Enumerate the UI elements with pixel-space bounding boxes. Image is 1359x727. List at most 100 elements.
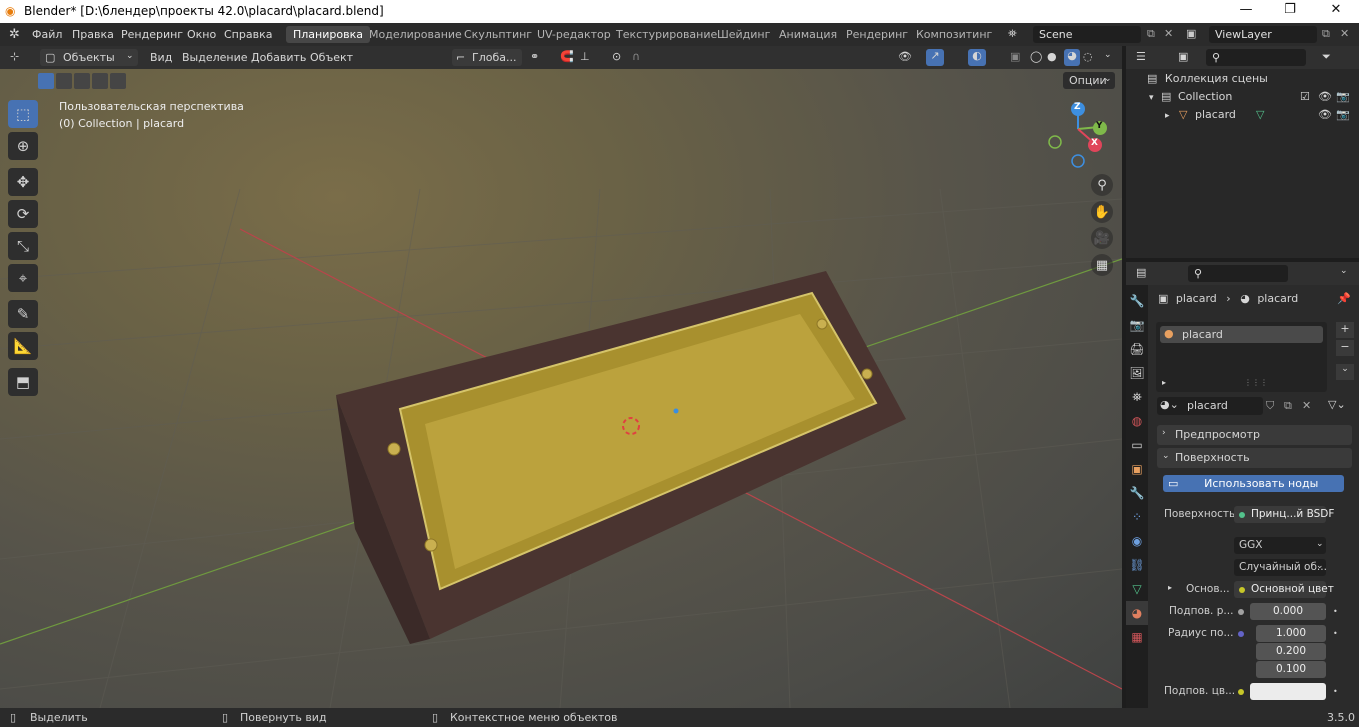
rendered-shading-icon[interactable]: ◌ xyxy=(1083,50,1093,63)
select-new-icon[interactable] xyxy=(38,73,54,89)
radius-y-input[interactable]: 0.200 xyxy=(1256,643,1326,660)
tool-tab-icon[interactable]: 🔧 xyxy=(1126,289,1148,313)
surface-section[interactable]: ⌄ Поверхность xyxy=(1157,448,1352,468)
tab-animation[interactable]: Анимация xyxy=(779,28,837,41)
navigation-gizmo[interactable]: Z Y X xyxy=(1045,99,1110,169)
world-tab-icon[interactable]: ◍ xyxy=(1126,409,1148,433)
visibility-icon[interactable]: 👁 xyxy=(898,50,912,63)
close-window-button[interactable]: ✕ xyxy=(1316,2,1356,21)
scene-tab-icon[interactable]: ⛯ xyxy=(1126,385,1148,409)
annotate-tool-icon[interactable]: ✎ xyxy=(8,300,38,328)
transform-tool-icon[interactable]: ⌖ xyxy=(8,264,38,292)
expand-base-color-icon[interactable]: ▸ xyxy=(1168,583,1172,592)
scene-selector[interactable]: Scene xyxy=(1033,26,1141,43)
subsurface-method-dropdown[interactable]: Случайный об... ⌄ xyxy=(1234,559,1327,576)
select-invert-icon[interactable] xyxy=(92,73,108,89)
base-color-field[interactable]: Основной цвет xyxy=(1234,581,1334,598)
x-axis-label[interactable]: X xyxy=(1091,138,1098,148)
filter-icon[interactable]: ⏷ xyxy=(1322,50,1331,64)
menu-edit[interactable]: Правка xyxy=(72,28,114,41)
solid-shading-icon[interactable]: ● xyxy=(1047,50,1057,63)
keyframe-dot-icon[interactable]: • xyxy=(1333,607,1338,616)
menu-select[interactable]: Выделение xyxy=(182,51,248,64)
checkbox-icon[interactable]: ☑ xyxy=(1300,90,1310,103)
editor-type-icon[interactable]: ⊹ xyxy=(10,50,19,63)
snap-target-icon[interactable]: ⊥ xyxy=(580,50,590,63)
scene-icon[interactable]: ⛯ xyxy=(1008,27,1017,41)
object-tab-icon[interactable]: ▣ xyxy=(1126,457,1148,481)
mode-selector[interactable]: ▢ Объекты ⌄ xyxy=(40,49,138,66)
menu-window[interactable]: Окно xyxy=(187,28,216,41)
new-scene-icon[interactable]: ⧉ xyxy=(1147,27,1155,41)
material-shading-icon[interactable]: ◕ xyxy=(1064,49,1080,66)
snap-icon[interactable]: 🧲 xyxy=(560,50,574,63)
zoom-icon[interactable]: ⚲ xyxy=(1091,174,1113,196)
pivot-icon[interactable]: ⚭ xyxy=(530,50,539,63)
transform-orientation[interactable]: ⌐ Глоба... xyxy=(452,49,522,66)
subsurface-input[interactable]: 0.000 xyxy=(1250,603,1326,620)
material-browse-icon[interactable]: ◕⌄ xyxy=(1160,398,1179,411)
add-slot-button[interactable]: + xyxy=(1336,322,1354,338)
perspective-grid-icon[interactable]: ▦ xyxy=(1091,254,1113,276)
menu-view[interactable]: Вид xyxy=(150,51,172,64)
gizmo-toggle-icon[interactable]: ↗ xyxy=(926,49,944,66)
tab-layout[interactable]: Планировка xyxy=(286,26,370,43)
select-extend-icon[interactable] xyxy=(56,73,72,89)
new-view-layer-icon[interactable]: ⧉ xyxy=(1322,27,1330,41)
chevron-right-icon[interactable]: ▸ xyxy=(1165,111,1170,121)
outliner-search-input[interactable]: ⚲ xyxy=(1206,49,1306,66)
remove-slot-button[interactable]: − xyxy=(1336,340,1354,356)
tab-sculpting[interactable]: Скульптинг xyxy=(464,28,532,41)
material-slot-row[interactable]: ● placard xyxy=(1160,326,1323,343)
delete-scene-icon[interactable]: ✕ xyxy=(1164,27,1173,40)
view-layer-tab-icon[interactable]: 🖼 xyxy=(1126,361,1148,385)
scale-tool-icon[interactable]: ⤡ xyxy=(8,232,38,260)
collection-tab-icon[interactable]: ▭ xyxy=(1126,433,1148,457)
data-tab-icon[interactable]: ▽ xyxy=(1126,577,1148,601)
eye-icon[interactable]: 👁 xyxy=(1318,90,1332,103)
shading-options-icon[interactable]: ⌄ xyxy=(1104,50,1112,60)
use-nodes-button[interactable]: ▭ Использовать ноды xyxy=(1163,475,1344,492)
chevron-down-icon[interactable]: ⌄ xyxy=(1340,266,1348,276)
rotate-tool-icon[interactable]: ⟳ xyxy=(8,200,38,228)
view-layer-selector[interactable]: ViewLayer xyxy=(1209,26,1317,43)
mesh-data-icon[interactable]: ▽ xyxy=(1256,108,1264,121)
particles-tab-icon[interactable]: ⁘ xyxy=(1126,505,1148,529)
blender-menu-icon[interactable]: ✲ xyxy=(9,27,20,42)
eye-icon[interactable]: 👁 xyxy=(1318,108,1332,121)
output-tab-icon[interactable]: 🖨 xyxy=(1126,337,1148,361)
radius-x-input[interactable]: 1.000 xyxy=(1256,625,1326,642)
duplicate-material-icon[interactable]: ⧉ xyxy=(1284,399,1292,413)
move-tool-icon[interactable]: ✥ xyxy=(8,168,38,196)
maximize-button[interactable]: ❐ xyxy=(1270,2,1310,21)
surface-shader-field[interactable]: Принц...й BSDF xyxy=(1234,506,1334,523)
select-subtract-icon[interactable] xyxy=(74,73,90,89)
expand-list-icon[interactable]: ▸ xyxy=(1162,378,1166,387)
z-axis-label[interactable]: Z xyxy=(1074,102,1081,112)
tab-shading[interactable]: Шейдинг xyxy=(717,28,770,41)
keyframe-dot-icon[interactable]: • xyxy=(1333,687,1338,696)
y-axis-label[interactable]: Y xyxy=(1096,121,1103,131)
delete-view-layer-icon[interactable]: ✕ xyxy=(1340,27,1349,40)
wireframe-shading-icon[interactable]: ◯ xyxy=(1030,50,1042,63)
pan-hand-icon[interactable]: ✋ xyxy=(1091,201,1113,223)
link-type-icon[interactable]: ▽⌄ xyxy=(1328,398,1346,411)
fake-user-icon[interactable]: ⛉ xyxy=(1266,399,1274,413)
measure-tool-icon[interactable]: 📐 xyxy=(8,332,38,360)
menu-help[interactable]: Справка xyxy=(224,28,272,41)
tab-compositing[interactable]: Композитинг xyxy=(916,28,992,41)
resize-handle-icon[interactable]: ⋮⋮⋮ xyxy=(1244,378,1268,387)
keyframe-dot-icon[interactable]: • xyxy=(1333,629,1338,638)
properties-search-input[interactable]: ⚲ xyxy=(1188,265,1288,282)
object-row[interactable]: ▸ ▽ placard xyxy=(1165,108,1236,121)
menu-render[interactable]: Рендеринг xyxy=(121,28,183,41)
pin-icon[interactable]: 📌 xyxy=(1337,292,1351,305)
camera-icon[interactable]: 🎥 xyxy=(1091,227,1113,249)
distribution-dropdown[interactable]: GGX ⌄ xyxy=(1234,537,1326,554)
preview-section[interactable]: › Предпросмотр xyxy=(1157,425,1352,445)
minimize-button[interactable]: — xyxy=(1226,2,1266,21)
outliner-editor-icon[interactable]: ☰ xyxy=(1136,50,1146,63)
3d-viewport[interactable]: Пользовательская перспектива (0) Collect… xyxy=(0,69,1122,708)
menu-file[interactable]: Файл xyxy=(32,28,62,41)
tab-rendering[interactable]: Рендеринг xyxy=(846,28,908,41)
